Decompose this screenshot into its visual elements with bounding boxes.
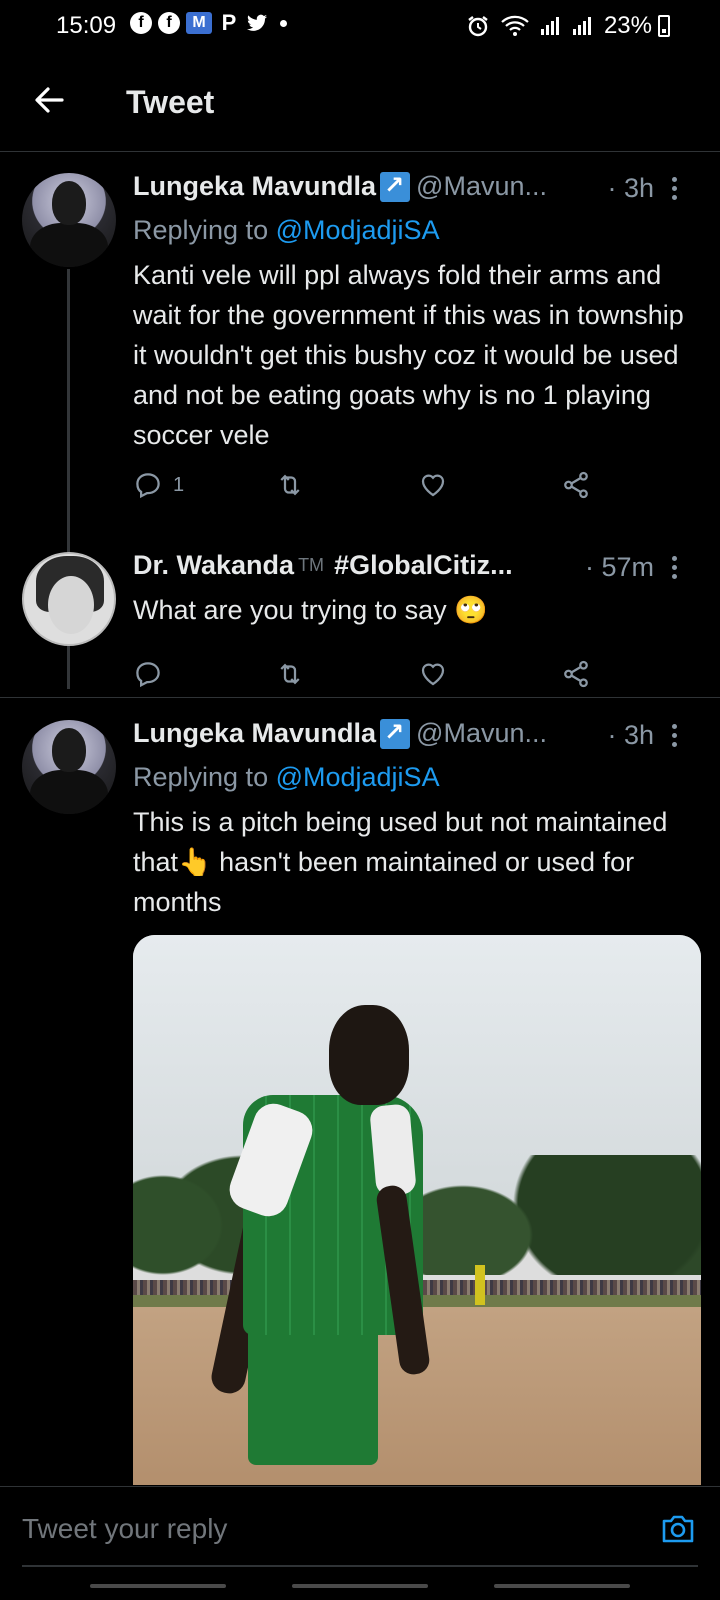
status-system-icons: 23% xyxy=(466,12,652,40)
reply-composer xyxy=(0,1486,720,1600)
camera-button[interactable] xyxy=(658,1509,698,1549)
verified-arrow-icon xyxy=(380,718,411,749)
pinterest-icon: P xyxy=(221,10,237,35)
share-button[interactable] xyxy=(561,654,591,694)
tweet-header: Lungeka Mavundla @Mavun... xyxy=(133,718,684,749)
tweet-actions: 1 xyxy=(133,465,603,505)
verified-arrow-icon xyxy=(380,171,411,202)
more-options-button[interactable] xyxy=(666,554,682,584)
reply-button[interactable] xyxy=(133,654,163,694)
movies-app-icon: M xyxy=(186,12,212,34)
photo-player-shorts xyxy=(248,1325,378,1465)
like-button[interactable] xyxy=(418,654,448,694)
nav-gesture-bar xyxy=(494,1584,630,1588)
author-name[interactable]: Lungeka Mavundla xyxy=(133,171,376,202)
avatar[interactable] xyxy=(22,720,116,814)
like-icon xyxy=(421,474,445,497)
wifi-icon xyxy=(501,15,529,36)
reply-count: 1 xyxy=(173,473,185,496)
tweet-time: · 3h xyxy=(607,173,654,203)
status-bar: 15:09 f f M P 23% xyxy=(0,0,720,52)
back-arrow-icon xyxy=(35,87,64,113)
retweet-icon xyxy=(280,663,300,685)
reply-button[interactable]: 1 xyxy=(133,465,184,505)
tweet-time: · 57m xyxy=(584,552,654,582)
tweet-header: Lungeka Mavundla @Mavun... xyxy=(133,171,684,202)
top-app-bar: Tweet xyxy=(0,52,720,152)
tweet-time: · 3h xyxy=(607,720,654,750)
avatar[interactable] xyxy=(22,552,116,646)
alarm-icon xyxy=(468,16,488,37)
more-notifications-dot xyxy=(280,19,287,27)
nav-gesture-bar xyxy=(292,1584,428,1588)
signal-icon xyxy=(540,17,559,35)
photo-distant-player xyxy=(475,1265,485,1305)
battery-percent: 23% xyxy=(603,12,652,39)
replying-to: Replying to @ModjadjiSA xyxy=(133,215,440,246)
share-icon xyxy=(564,471,588,499)
page-title: Tweet xyxy=(126,84,215,120)
tweet-text: This is a pitch being used but not maint… xyxy=(133,807,668,917)
status-notification-icons: f f M P xyxy=(130,10,287,35)
tweet[interactable]: Dr. Wakanda TM #GlobalCitiz... · 57m Wha… xyxy=(0,540,720,696)
author-handle: @Mavun... xyxy=(416,718,547,748)
author-name[interactable]: Dr. Wakanda xyxy=(133,550,294,581)
trademark-label: TM xyxy=(298,555,325,575)
facebook-icon: f xyxy=(158,12,180,34)
more-options-button[interactable] xyxy=(666,175,682,205)
status-time: 15:09 xyxy=(56,12,117,39)
back-button[interactable] xyxy=(28,78,72,122)
signal-icon xyxy=(572,17,591,35)
reply-icon xyxy=(136,473,160,499)
replying-to-link[interactable]: @ModjadjiSA xyxy=(276,762,440,792)
replying-to: Replying to @ModjadjiSA xyxy=(133,762,440,793)
tweet-text: Kanti vele will ppl always fold their ar… xyxy=(133,260,684,450)
replying-to-link[interactable]: @ModjadjiSA xyxy=(276,215,440,245)
photo-player-sleeve xyxy=(369,1103,417,1197)
like-icon xyxy=(421,663,445,686)
retweet-button[interactable] xyxy=(275,465,305,505)
photo-player-head xyxy=(329,1005,409,1105)
author-handle: @Mavun... xyxy=(416,171,547,201)
nav-gesture-bar xyxy=(90,1584,226,1588)
camera-icon xyxy=(662,1515,694,1543)
tweet-photo[interactable] xyxy=(133,935,701,1485)
more-options-button[interactable] xyxy=(666,722,682,752)
facebook-icon: f xyxy=(130,12,152,34)
retweet-button[interactable] xyxy=(275,654,305,694)
battery-icon xyxy=(658,15,670,37)
share-icon xyxy=(564,660,588,688)
retweet-icon xyxy=(280,474,300,496)
avatar[interactable] xyxy=(22,173,116,267)
reply-icon xyxy=(136,662,160,688)
author-display-tag: #GlobalCitiz... xyxy=(334,550,513,580)
replying-to-label: Replying to xyxy=(133,215,276,245)
author-name[interactable]: Lungeka Mavundla xyxy=(133,718,376,749)
reply-input[interactable] xyxy=(22,1499,582,1559)
reply-input-underline xyxy=(22,1565,698,1567)
like-button[interactable] xyxy=(418,465,448,505)
tweet-text: What are you trying to say 🙄 xyxy=(133,595,488,625)
share-button[interactable] xyxy=(561,465,591,505)
replying-to-label: Replying to xyxy=(133,762,276,792)
twitter-bird-icon xyxy=(246,14,268,31)
tweet-actions xyxy=(133,654,603,694)
